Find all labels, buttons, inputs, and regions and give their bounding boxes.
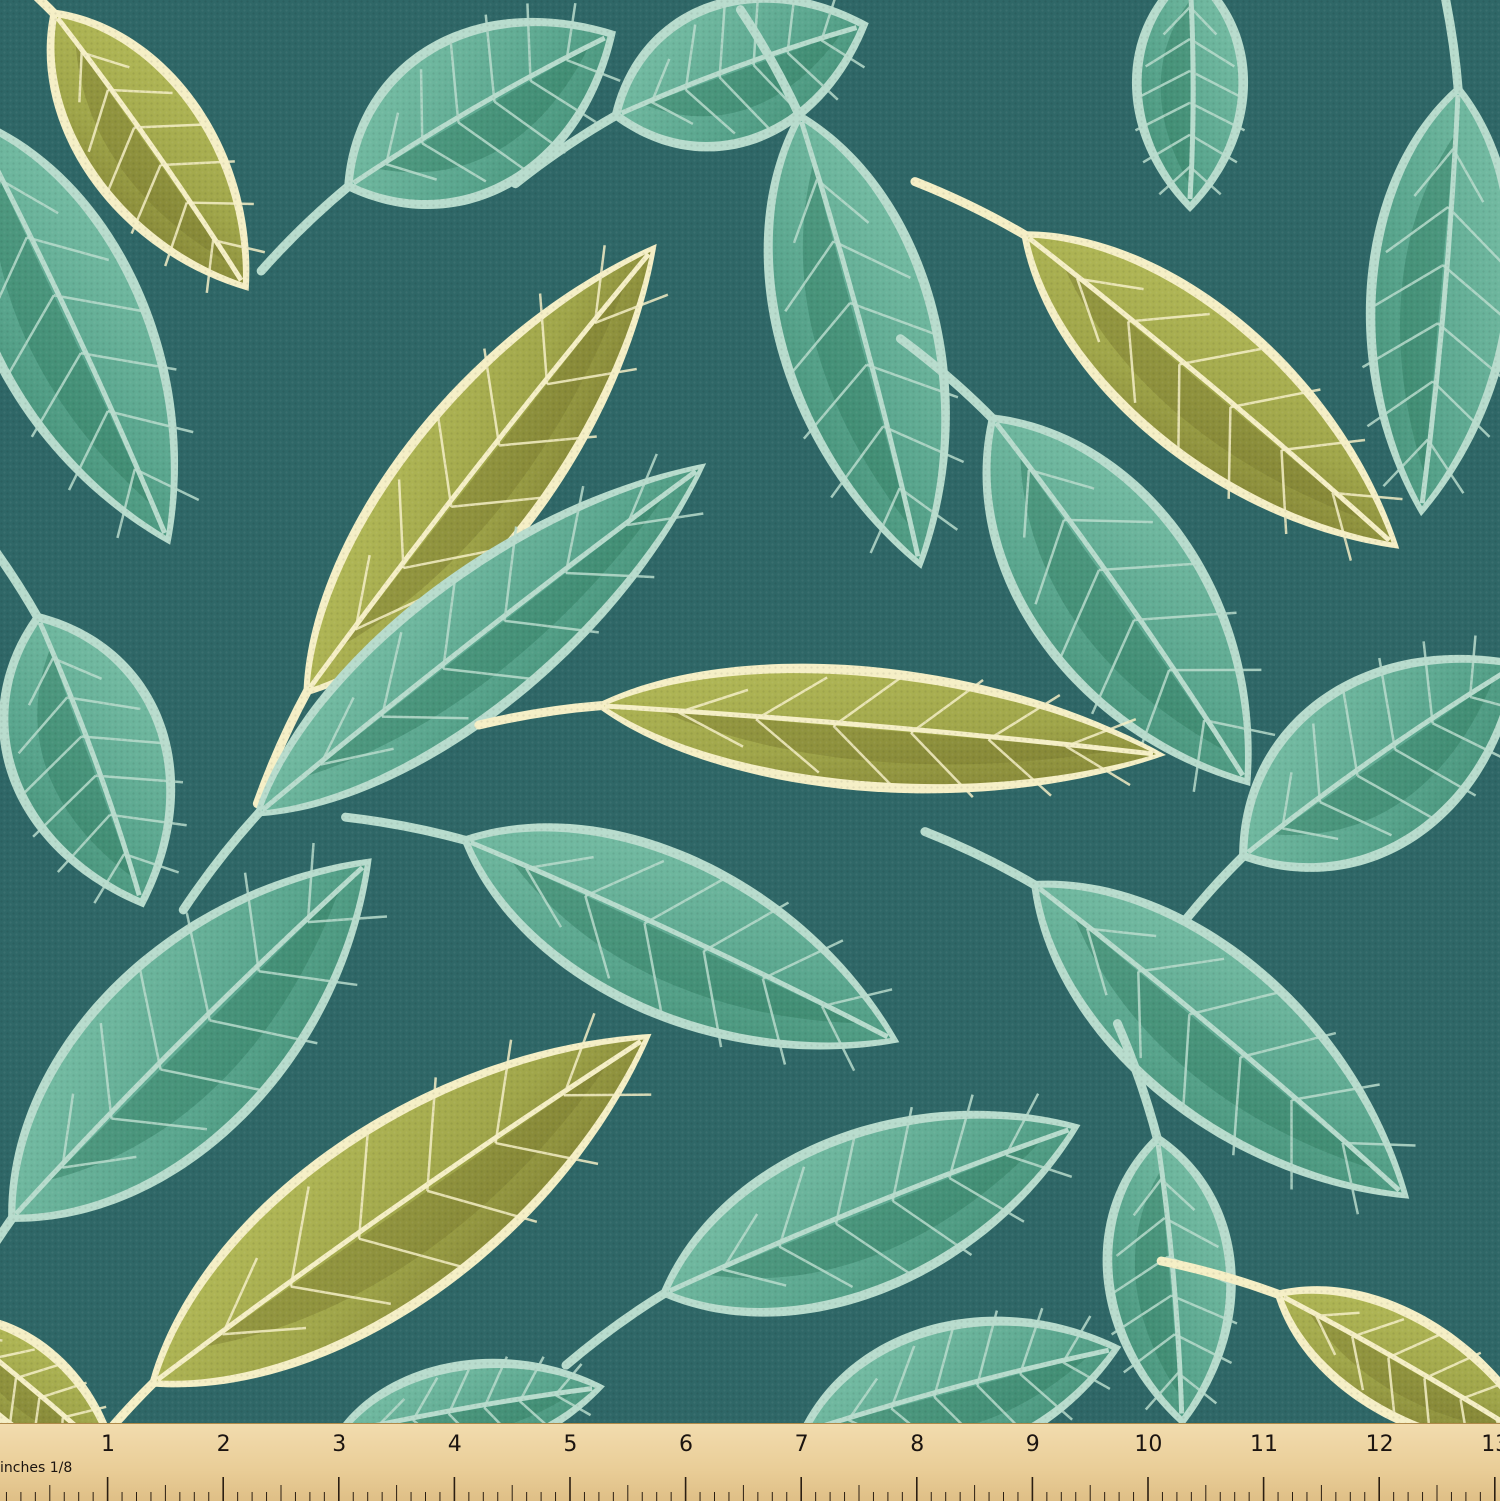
ruler-number: 7 [794,1432,809,1457]
ruler-number: 12 [1365,1432,1394,1457]
ruler-unit-label: inches 1/8 [0,1460,73,1476]
ruler-number: 4 [447,1432,462,1457]
leaf-pattern-fabric [0,0,1500,1423]
ruler-number: 8 [910,1432,925,1457]
ruler-number: 5 [563,1432,578,1457]
ruler-number: 6 [679,1432,693,1457]
ruler-number: 9 [1025,1432,1040,1457]
ruler-number: 10 [1134,1432,1163,1457]
measuring-ruler: 12345678910111213 inches 1/8 [0,1423,1500,1501]
ruler-number: 11 [1250,1432,1278,1457]
ruler-number: 2 [216,1432,231,1457]
ruler-number: 3 [332,1432,347,1457]
ruler-number: 1 [101,1432,115,1457]
ruler-number: 13 [1481,1432,1500,1457]
